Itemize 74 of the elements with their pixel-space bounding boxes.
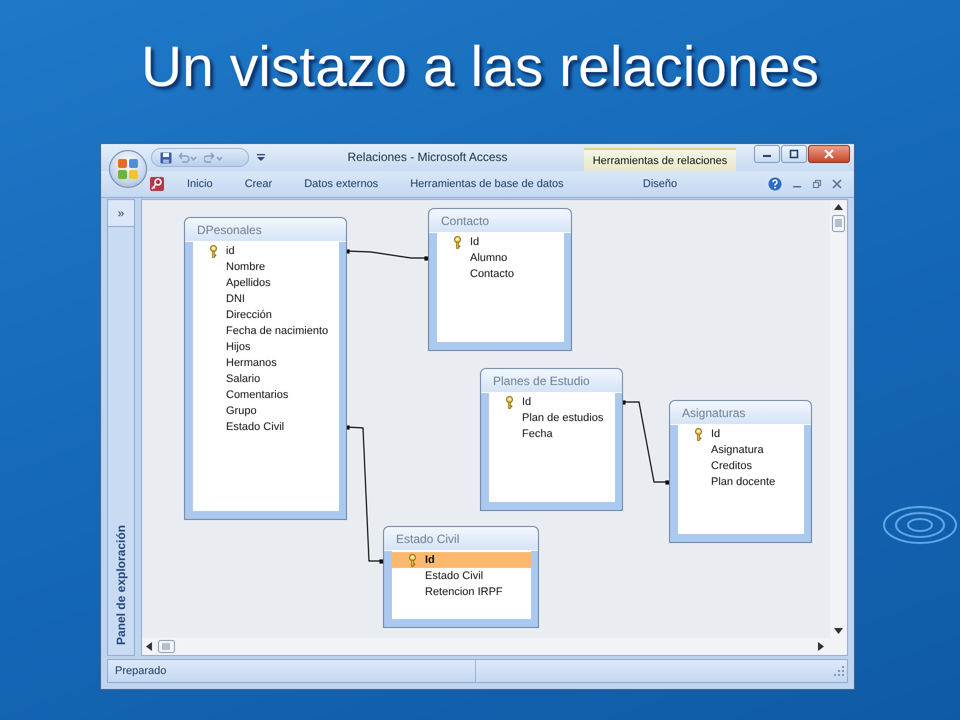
resize-grip-icon[interactable]: [833, 665, 845, 677]
key-icon: [209, 244, 218, 258]
close-icon: [823, 149, 835, 159]
horizontal-scrollbar[interactable]: [142, 638, 830, 655]
vertical-scrollbar[interactable]: [830, 200, 847, 638]
field-row[interactable]: Estado Civil: [392, 568, 531, 584]
field-row[interactable]: Retencion IRPF: [392, 584, 531, 600]
redo-icon[interactable]: [204, 152, 224, 164]
field-row[interactable]: Plan de estudios: [489, 410, 615, 426]
close-button[interactable]: [808, 145, 850, 163]
field-row[interactable]: Fecha: [489, 426, 615, 442]
key-icon: [453, 236, 462, 248]
table-card[interactable]: Contacto Id Alumno Contacto: [428, 208, 572, 351]
field-row[interactable]: Hijos: [193, 339, 339, 355]
restore-icon[interactable]: [812, 179, 822, 189]
scroll-right-icon[interactable]: [818, 642, 824, 651]
key-icon: [408, 554, 417, 566]
scroll-up-icon[interactable]: [834, 204, 843, 210]
key-icon: [694, 428, 703, 440]
scroll-thumb-icon[interactable]: [158, 640, 175, 653]
contextual-tab-label: Herramientas de relaciones: [584, 148, 736, 171]
save-icon[interactable]: [160, 152, 172, 164]
field-row[interactable]: Asignatura: [678, 442, 804, 458]
field-row[interactable]: Estado Civil: [193, 419, 339, 435]
ribbon-tab[interactable]: Inicio: [183, 176, 217, 192]
minimize-button[interactable]: [754, 145, 780, 163]
field-row[interactable]: Id: [678, 426, 804, 442]
navigation-pane-label: Panel de exploración: [114, 524, 128, 645]
field-row[interactable]: Creditos: [678, 458, 804, 474]
expand-pane-button[interactable]: »: [108, 200, 134, 227]
app-key-icon: [149, 176, 165, 192]
field-row[interactable]: Id: [489, 394, 615, 410]
field-row[interactable]: Id: [437, 234, 564, 250]
undo-icon[interactable]: [178, 152, 198, 164]
field-row[interactable]: Salario: [193, 371, 339, 387]
table-title: Contacto: [441, 214, 490, 228]
window-title: Relaciones - Microsoft Access: [346, 150, 509, 164]
field-row[interactable]: Hermanos: [193, 355, 339, 371]
table-title: Asignaturas: [682, 406, 746, 420]
ribbon-tab[interactable]: Diseño: [638, 176, 682, 192]
field-row[interactable]: Plan docente: [678, 474, 804, 490]
table-title: Planes de Estudio: [493, 374, 590, 388]
table-card[interactable]: Asignaturas Id Asignatura Creditos Plan docente: [669, 400, 812, 543]
table-card[interactable]: DPesonales id Nombre Apellidos DNI Dirección Fecha de nacimiento Hijos Hermanos Salario Comentarios Grupo Estado Civil: [184, 217, 347, 520]
field-row[interactable]: Id: [392, 552, 531, 568]
field-row[interactable]: Fecha de nacimiento: [193, 323, 339, 339]
key-icon: [505, 396, 514, 408]
slide-title: Un vistazo a las relaciones: [141, 34, 819, 100]
status-text: Preparado: [108, 660, 476, 682]
table-card[interactable]: Estado Civil Id Estado Civil Retencion IRPF: [383, 526, 539, 628]
field-row[interactable]: id: [193, 243, 339, 259]
ribbon-tab[interactable]: Datos externos: [300, 176, 382, 192]
field-row[interactable]: Apellidos: [193, 275, 339, 291]
four-squares-icon: [117, 158, 139, 180]
field-row[interactable]: Dirección: [193, 307, 339, 323]
maximize-button[interactable]: [781, 145, 807, 163]
customize-menu-icon[interactable]: [257, 153, 265, 162]
field-row[interactable]: Alumno: [437, 250, 564, 266]
field-row[interactable]: DNI: [193, 291, 339, 307]
field-row[interactable]: Nombre: [193, 259, 339, 275]
ribbon-tab[interactable]: Herramientas de base de datos: [406, 176, 568, 192]
table-title: DPesonales: [197, 222, 262, 236]
maximize-icon: [789, 149, 799, 159]
field-row[interactable]: Contacto: [437, 266, 564, 282]
scroll-left-icon[interactable]: [146, 642, 152, 651]
scroll-thumb-icon[interactable]: [832, 215, 845, 232]
scroll-down-icon[interactable]: [834, 628, 843, 634]
field-row[interactable]: Comentarios: [193, 387, 339, 403]
close-icon[interactable]: [832, 179, 842, 189]
ribbon-tab[interactable]: Crear: [240, 176, 276, 192]
table-card[interactable]: Planes de Estudio Id Plan de estudios Fecha: [480, 368, 623, 511]
field-row[interactable]: Grupo: [193, 403, 339, 419]
table-title: Estado Civil: [396, 532, 460, 546]
help-icon[interactable]: [768, 177, 782, 191]
